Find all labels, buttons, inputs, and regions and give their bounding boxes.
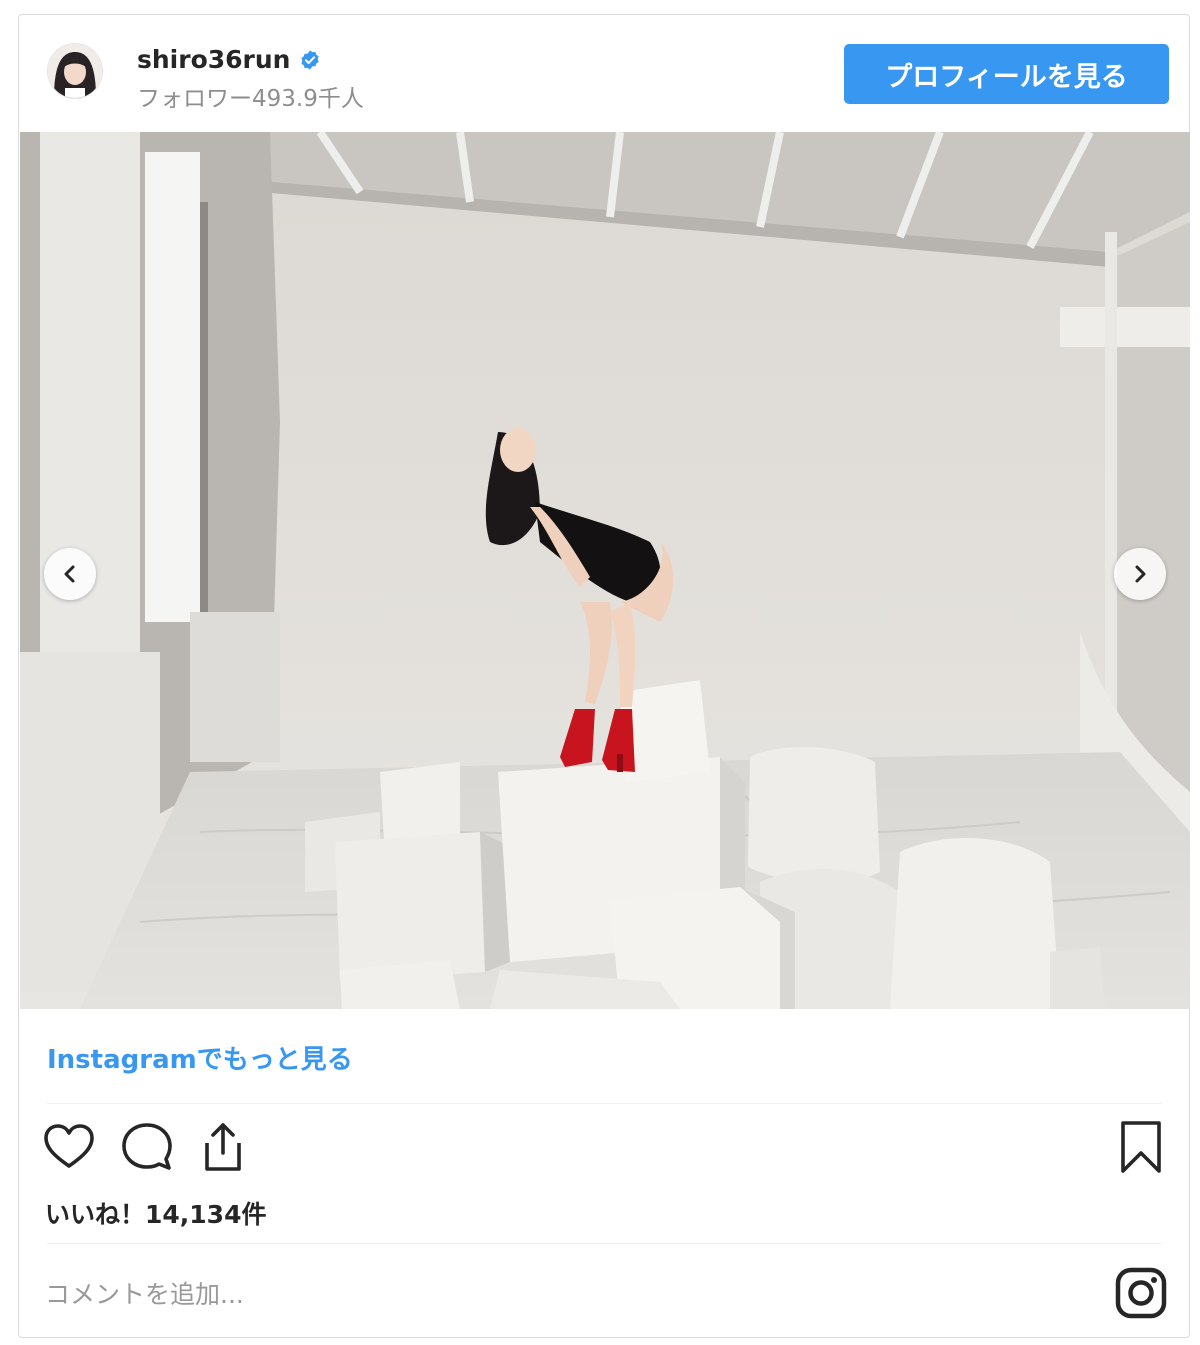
instagram-logo-icon[interactable]: [1115, 1267, 1167, 1319]
verified-badge-icon: [301, 50, 319, 70]
view-more-on-instagram-link[interactable]: Instagramでもっと見る: [47, 1039, 353, 1076]
comment-input[interactable]: [43, 1273, 947, 1315]
chevron-left-icon: [64, 565, 75, 583]
divider: [47, 1243, 1162, 1244]
previous-photo-button[interactable]: [44, 548, 96, 600]
post-photo[interactable]: [20, 132, 1190, 1009]
avatar[interactable]: [47, 43, 103, 99]
like-count: いいね！14,134件: [45, 1200, 267, 1229]
next-photo-button[interactable]: [1114, 548, 1166, 600]
divider: [47, 1103, 1162, 1104]
view-profile-button[interactable]: プロフィールを見る: [844, 44, 1169, 104]
chevron-right-icon: [1135, 565, 1146, 583]
comment-bubble-icon[interactable]: [119, 1119, 175, 1175]
instagram-embed-card: shiro36run フォロワー493.9千人 プロフィールを見る Instag…: [18, 14, 1190, 1338]
bookmark-icon[interactable]: [1113, 1119, 1169, 1175]
follower-count: フォロワー493.9千人: [137, 86, 364, 112]
heart-icon[interactable]: [41, 1119, 97, 1175]
username[interactable]: shiro36run: [137, 45, 290, 74]
share-icon[interactable]: [195, 1119, 251, 1175]
studio-photo-image: [20, 132, 1190, 1009]
